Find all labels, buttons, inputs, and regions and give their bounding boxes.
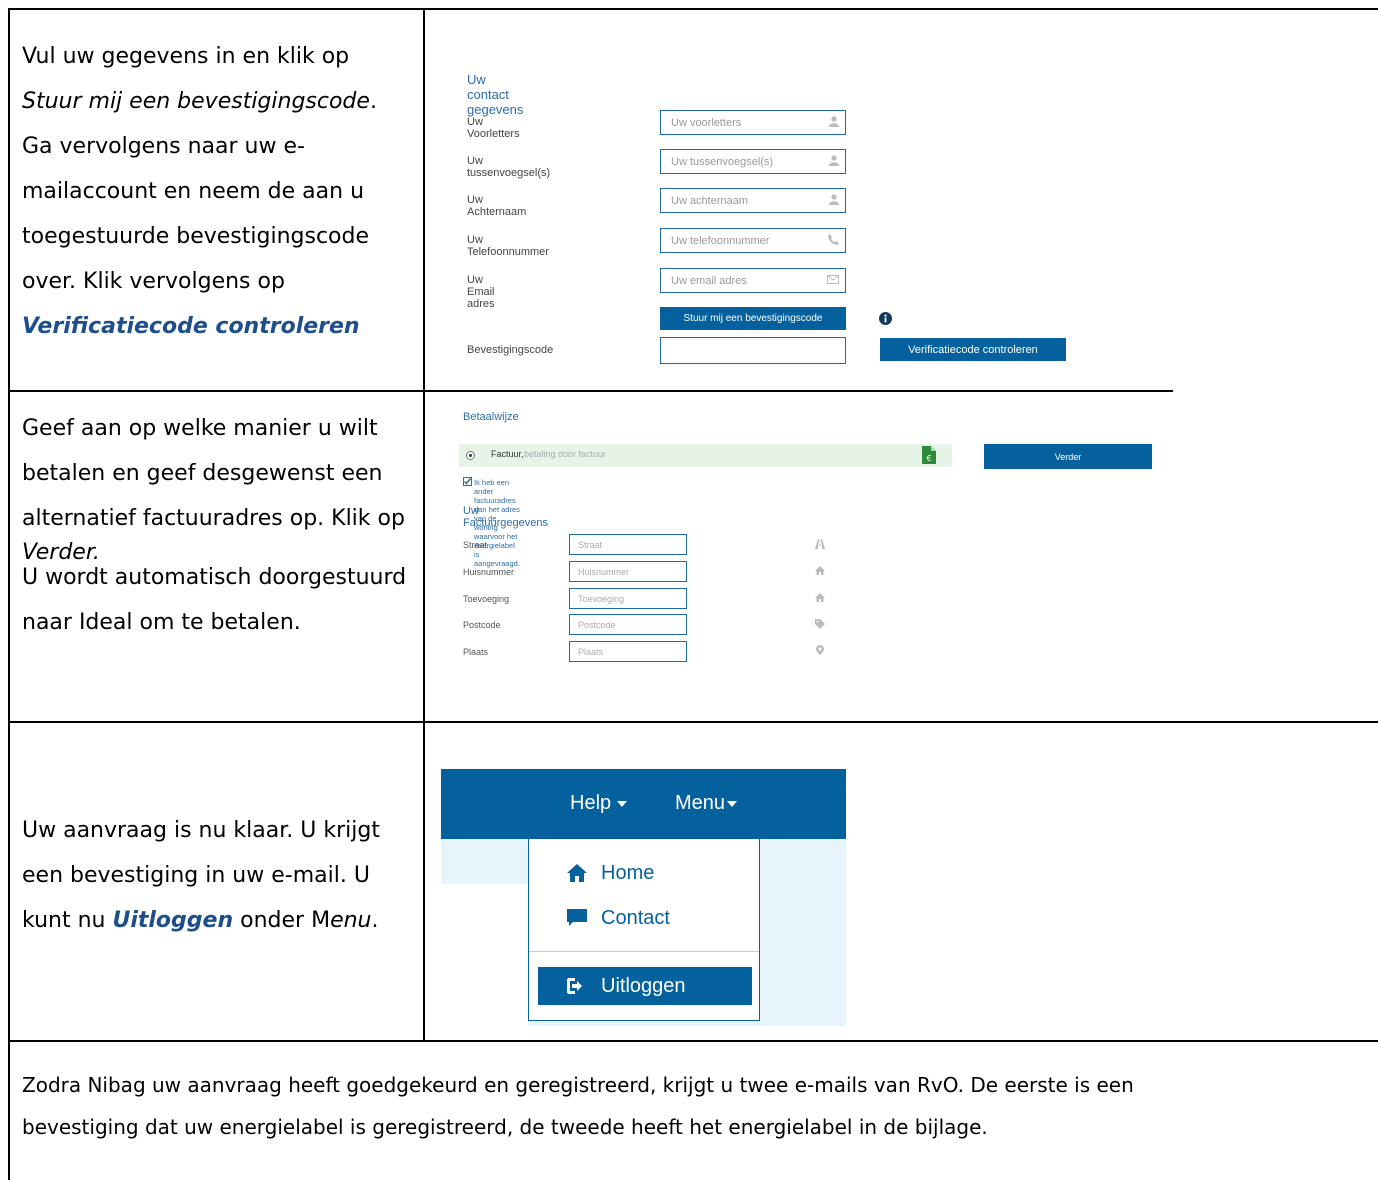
home-icon — [815, 566, 825, 578]
instruction-finish: Uw aanvraag is nu klaar. U krijgt een be… — [22, 808, 412, 943]
phone-icon — [828, 233, 839, 248]
row-divider-1 — [8, 390, 1173, 392]
input-placeholder: Uw achternaam — [671, 194, 749, 207]
map-marker-icon — [816, 645, 824, 658]
contact-heading: Uw contact gegevens — [467, 72, 524, 117]
instruction-text: Vul uw gegevens in en klik op — [22, 44, 350, 69]
invoice-option-row[interactable]: Factuur, betaling door factuur € — [459, 444, 952, 467]
navbar: Help Menu — [441, 769, 846, 839]
house-number-input[interactable]: Huisnummer — [569, 561, 687, 582]
row-divider-2 — [8, 721, 1378, 723]
field-label: Postcode — [463, 620, 501, 630]
menu-dropdown: Home Contact Uitloggen — [528, 839, 760, 1021]
input-placeholder: Huisnummer — [578, 566, 630, 577]
checkbox-checked-icon[interactable] — [463, 477, 472, 486]
help-label: Help — [570, 792, 612, 814]
input-placeholder: Straat — [578, 539, 603, 550]
input-placeholder: Toevoeging — [578, 593, 625, 604]
code-label: Bevestigingscode — [467, 344, 554, 356]
street-input[interactable]: Straat — [569, 534, 687, 555]
row-divider-3 — [8, 1040, 1378, 1042]
menu-item-contact[interactable]: Contact — [529, 904, 759, 932]
invoice-option-desc: betaling door factuur — [524, 449, 607, 459]
field-label: Uw tussenvoegsel(s) — [467, 155, 551, 179]
field-label: Uw Voorletters — [467, 116, 520, 140]
footer-line: Zodra Nibag uw aanvraag heeft goedgekeur… — [22, 1073, 1134, 1097]
field-label: Huisnummer — [463, 567, 515, 577]
table-border-left — [8, 8, 10, 1180]
phone-input[interactable]: Uw telefoonnummer — [660, 228, 846, 253]
table-column-divider — [423, 8, 425, 1041]
sign-out-icon — [567, 977, 587, 995]
menu-item-label: Contact — [601, 906, 670, 929]
envelope-icon — [827, 274, 839, 287]
invoice-option-label: Factuur, — [491, 449, 524, 459]
field-label: Plaats — [463, 647, 489, 657]
user-icon — [829, 115, 839, 130]
user-icon — [829, 193, 839, 208]
input-placeholder: Postcode — [578, 619, 616, 630]
instruction-emphasis: Stuur mij een bevestigingscode — [22, 89, 370, 114]
instruction-text: . Ga vervolgens naar uw e-mailaccount en… — [22, 89, 377, 294]
menu-background — [760, 839, 846, 1026]
instruction-text: Geef aan op welke manier u wilt betalen … — [22, 416, 405, 531]
menu-item-label: Home — [601, 861, 655, 884]
instruction-payment: Geef aan op welke manier u wilt betalen … — [22, 406, 412, 645]
send-code-button[interactable]: Stuur mij een bevestigingscode — [660, 307, 846, 330]
addition-input[interactable]: Toevoeging — [569, 588, 687, 609]
instruction-text: onder M — [240, 908, 331, 933]
main-menu-toggle[interactable]: Menu — [675, 792, 738, 815]
tag-icon — [815, 619, 825, 632]
menu-label: Menu — [675, 792, 726, 814]
invoice-document-icon: € — [922, 446, 936, 469]
postcode-input[interactable]: Postcode — [569, 614, 687, 635]
lastname-input[interactable]: Uw achternaam — [660, 188, 846, 213]
chevron-down-icon — [727, 800, 738, 807]
next-button[interactable]: Verder — [984, 444, 1152, 469]
verify-link-text: Verificatiecode controleren — [22, 314, 360, 339]
input-placeholder: Uw tussenvoegsel(s) — [671, 155, 774, 168]
billing-heading: Uw Factuurgegevens — [463, 505, 548, 529]
table-border-top — [8, 8, 1378, 10]
logout-link-text: Uitloggen — [112, 908, 234, 933]
menu-item-label: Uitloggen — [601, 974, 686, 997]
confirmation-code-input[interactable] — [660, 337, 846, 364]
input-placeholder: Plaats — [578, 646, 604, 657]
chevron-down-icon — [617, 800, 628, 807]
user-icon — [829, 154, 839, 169]
road-icon — [815, 539, 825, 552]
help-menu-toggle[interactable]: Help — [570, 792, 628, 815]
svg-text:€: € — [926, 454, 931, 463]
field-label: Straat — [463, 540, 488, 550]
menu-item-logout[interactable]: Uitloggen — [538, 967, 752, 1005]
instruction-contact: Vul uw gegevens in en klik op Stuur mij … — [22, 34, 412, 349]
menu-item-home[interactable]: Home — [529, 859, 759, 887]
footer-line: bevestiging dat uw energielabel is gereg… — [22, 1115, 988, 1139]
menu-background — [441, 839, 528, 884]
footer-paragraph: Zodra Nibag uw aanvraag heeft goedgekeur… — [22, 1064, 1362, 1148]
menu-divider — [529, 951, 759, 952]
menu-background — [528, 1021, 846, 1026]
home-icon — [815, 593, 825, 605]
input-placeholder: Uw email adres — [671, 274, 747, 287]
field-label: Toevoeging — [463, 594, 510, 604]
initials-input[interactable]: Uw voorletters — [660, 110, 846, 135]
payment-heading: Betaalwijze — [463, 411, 519, 423]
instruction-emphasis: enu — [330, 908, 372, 933]
input-placeholder: Uw voorletters — [671, 116, 742, 129]
field-label: Uw Email adres — [467, 274, 495, 310]
home-icon — [567, 864, 587, 882]
instruction-text: U wordt automatisch doorgestuurd naar Id… — [22, 565, 407, 635]
field-label: Uw Telefoonnummer — [467, 234, 549, 258]
infix-input[interactable]: Uw tussenvoegsel(s) — [660, 149, 846, 174]
instruction-text: . — [371, 908, 379, 933]
info-icon[interactable] — [879, 312, 892, 330]
input-placeholder: Uw telefoonnummer — [671, 234, 770, 247]
radio-selected-icon[interactable] — [466, 451, 475, 460]
verify-code-button[interactable]: Verificatiecode controleren — [880, 338, 1066, 361]
comment-icon — [567, 909, 587, 927]
city-input[interactable]: Plaats — [569, 641, 687, 662]
email-input[interactable]: Uw email adres — [660, 268, 846, 293]
field-label: Uw Achternaam — [467, 194, 527, 218]
